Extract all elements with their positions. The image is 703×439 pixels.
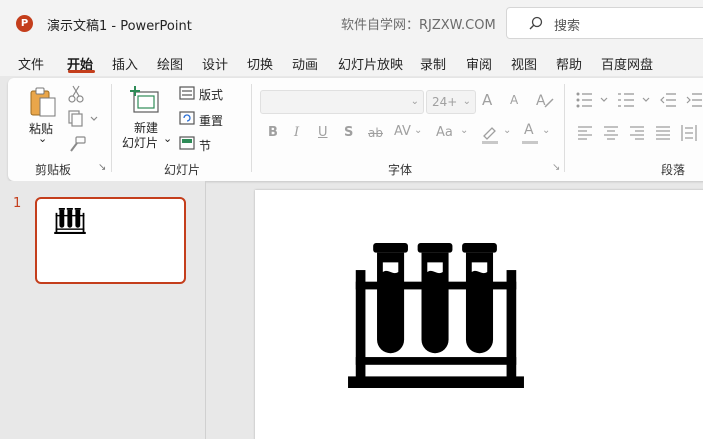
ribbon-separator bbox=[251, 84, 252, 172]
numbering-icon[interactable] bbox=[618, 92, 654, 108]
font-group-label: 字体 bbox=[388, 163, 413, 177]
search-icon bbox=[529, 16, 543, 30]
section-icon[interactable] bbox=[179, 136, 195, 150]
svg-text:A: A bbox=[536, 93, 546, 109]
align-left-icon[interactable] bbox=[578, 126, 592, 140]
tab-record[interactable]: 录制 bbox=[420, 54, 446, 73]
slide-thumbnail[interactable] bbox=[35, 197, 186, 284]
change-case-button[interactable]: Aa bbox=[436, 125, 453, 140]
italic-button[interactable]: I bbox=[294, 125, 299, 140]
format-painter-icon[interactable] bbox=[68, 136, 86, 154]
clipboard-group-label: 剪贴板 bbox=[35, 163, 72, 177]
ribbon-separator bbox=[564, 84, 565, 172]
ribbon-tabs: 文件 开始 插入 绘图 设计 切换 动画 幻灯片放映 录制 审阅 视图 帮助 百… bbox=[0, 46, 703, 76]
tab-baidu-netdisk[interactable]: 百度网盘 bbox=[601, 54, 653, 73]
search-box[interactable]: 搜索 bbox=[506, 7, 703, 39]
character-spacing-button[interactable]: AV bbox=[394, 124, 411, 139]
tab-animations[interactable]: 动画 bbox=[292, 54, 318, 73]
clear-formatting-icon[interactable]: A bbox=[535, 91, 555, 109]
section-button-label[interactable]: 节 bbox=[199, 137, 211, 154]
underline-button[interactable]: U bbox=[318, 125, 328, 140]
increase-indent-icon[interactable] bbox=[686, 92, 702, 108]
columns-icon[interactable] bbox=[681, 125, 697, 141]
chevron-down-icon[interactable]: ⌄ bbox=[503, 125, 511, 136]
tab-help[interactable]: 帮助 bbox=[556, 54, 582, 73]
test-tubes-icon[interactable] bbox=[345, 243, 527, 388]
chevron-down-icon[interactable]: ⌄ bbox=[414, 125, 422, 136]
chevron-down-icon: ⌄ bbox=[462, 96, 471, 107]
new-slide-icon[interactable] bbox=[130, 86, 160, 114]
paste-dropdown-icon[interactable]: ⌄ bbox=[38, 132, 47, 145]
chevron-down-icon: ⌄ bbox=[410, 96, 419, 107]
bullets-icon[interactable] bbox=[576, 92, 612, 108]
search-placeholder: 搜索 bbox=[554, 19, 581, 34]
tab-file[interactable]: 文件 bbox=[18, 54, 44, 73]
new-slide-dropdown-icon[interactable]: ⌄ bbox=[163, 132, 172, 145]
tab-review[interactable]: 审阅 bbox=[466, 54, 492, 73]
font-color-button[interactable]: A bbox=[524, 122, 534, 138]
cut-icon[interactable] bbox=[68, 85, 84, 103]
powerpoint-logo-icon: P bbox=[16, 15, 33, 32]
slide-canvas[interactable] bbox=[255, 190, 703, 439]
font-size-combo[interactable]: 24+ ⌄ bbox=[426, 90, 476, 114]
slide-number: 1 bbox=[13, 196, 22, 211]
ribbon-separator bbox=[111, 84, 112, 172]
test-tubes-thumbnail-icon bbox=[54, 208, 86, 234]
copy-icon[interactable] bbox=[67, 110, 99, 128]
tab-view[interactable]: 视图 bbox=[511, 54, 537, 73]
ribbon-home: 粘贴 ⌄ 剪贴板 ↘ 新建 幻灯片 ⌄ 版式 重置 节 幻灯片 ⌄ 24+ ⌄ … bbox=[8, 78, 703, 181]
align-center-icon[interactable] bbox=[604, 126, 618, 140]
title-bar: P 演示文稿1 - PowerPoint 软件自学网：RJZXW.COM 搜索 bbox=[0, 0, 703, 46]
new-slide-label-line2[interactable]: 幻灯片 bbox=[122, 134, 158, 151]
reset-icon[interactable] bbox=[179, 111, 195, 125]
window-title: 演示文稿1 - PowerPoint bbox=[47, 19, 192, 34]
layout-button-label[interactable]: 版式 bbox=[199, 86, 223, 103]
strikethrough-button[interactable]: ab bbox=[368, 126, 383, 140]
clipboard-launcher-icon[interactable]: ↘ bbox=[98, 162, 106, 173]
slides-group-label: 幻灯片 bbox=[164, 163, 201, 177]
tab-design[interactable]: 设计 bbox=[202, 54, 228, 73]
font-launcher-icon[interactable]: ↘ bbox=[552, 162, 560, 173]
bold-button[interactable]: B bbox=[268, 125, 278, 140]
justify-icon[interactable] bbox=[656, 126, 670, 140]
tab-slideshow[interactable]: 幻灯片放映 bbox=[338, 54, 403, 73]
tab-draw[interactable]: 绘图 bbox=[157, 54, 183, 73]
grow-font-icon[interactable]: A bbox=[482, 91, 492, 109]
active-tab-indicator bbox=[68, 70, 95, 73]
decrease-indent-icon[interactable] bbox=[660, 92, 676, 108]
font-size-value: 24+ bbox=[432, 95, 458, 109]
tab-transitions[interactable]: 切换 bbox=[247, 54, 273, 73]
chevron-down-icon[interactable]: ⌄ bbox=[542, 125, 550, 136]
paragraph-group-label: 段落 bbox=[661, 163, 686, 177]
paste-icon[interactable] bbox=[28, 86, 58, 118]
reset-button-label[interactable]: 重置 bbox=[199, 112, 223, 129]
align-right-icon[interactable] bbox=[630, 126, 644, 140]
watermark-text: 软件自学网：RJZXW.COM bbox=[341, 18, 496, 33]
font-color-swatch bbox=[522, 141, 538, 144]
shrink-font-icon[interactable]: A bbox=[510, 93, 518, 107]
text-shadow-button[interactable]: S bbox=[344, 125, 353, 140]
chevron-down-icon[interactable]: ⌄ bbox=[460, 125, 468, 136]
font-name-combo[interactable]: ⌄ bbox=[260, 90, 424, 114]
tab-insert[interactable]: 插入 bbox=[112, 54, 138, 73]
layout-icon[interactable] bbox=[179, 86, 195, 100]
highlighter-icon[interactable] bbox=[480, 124, 500, 144]
